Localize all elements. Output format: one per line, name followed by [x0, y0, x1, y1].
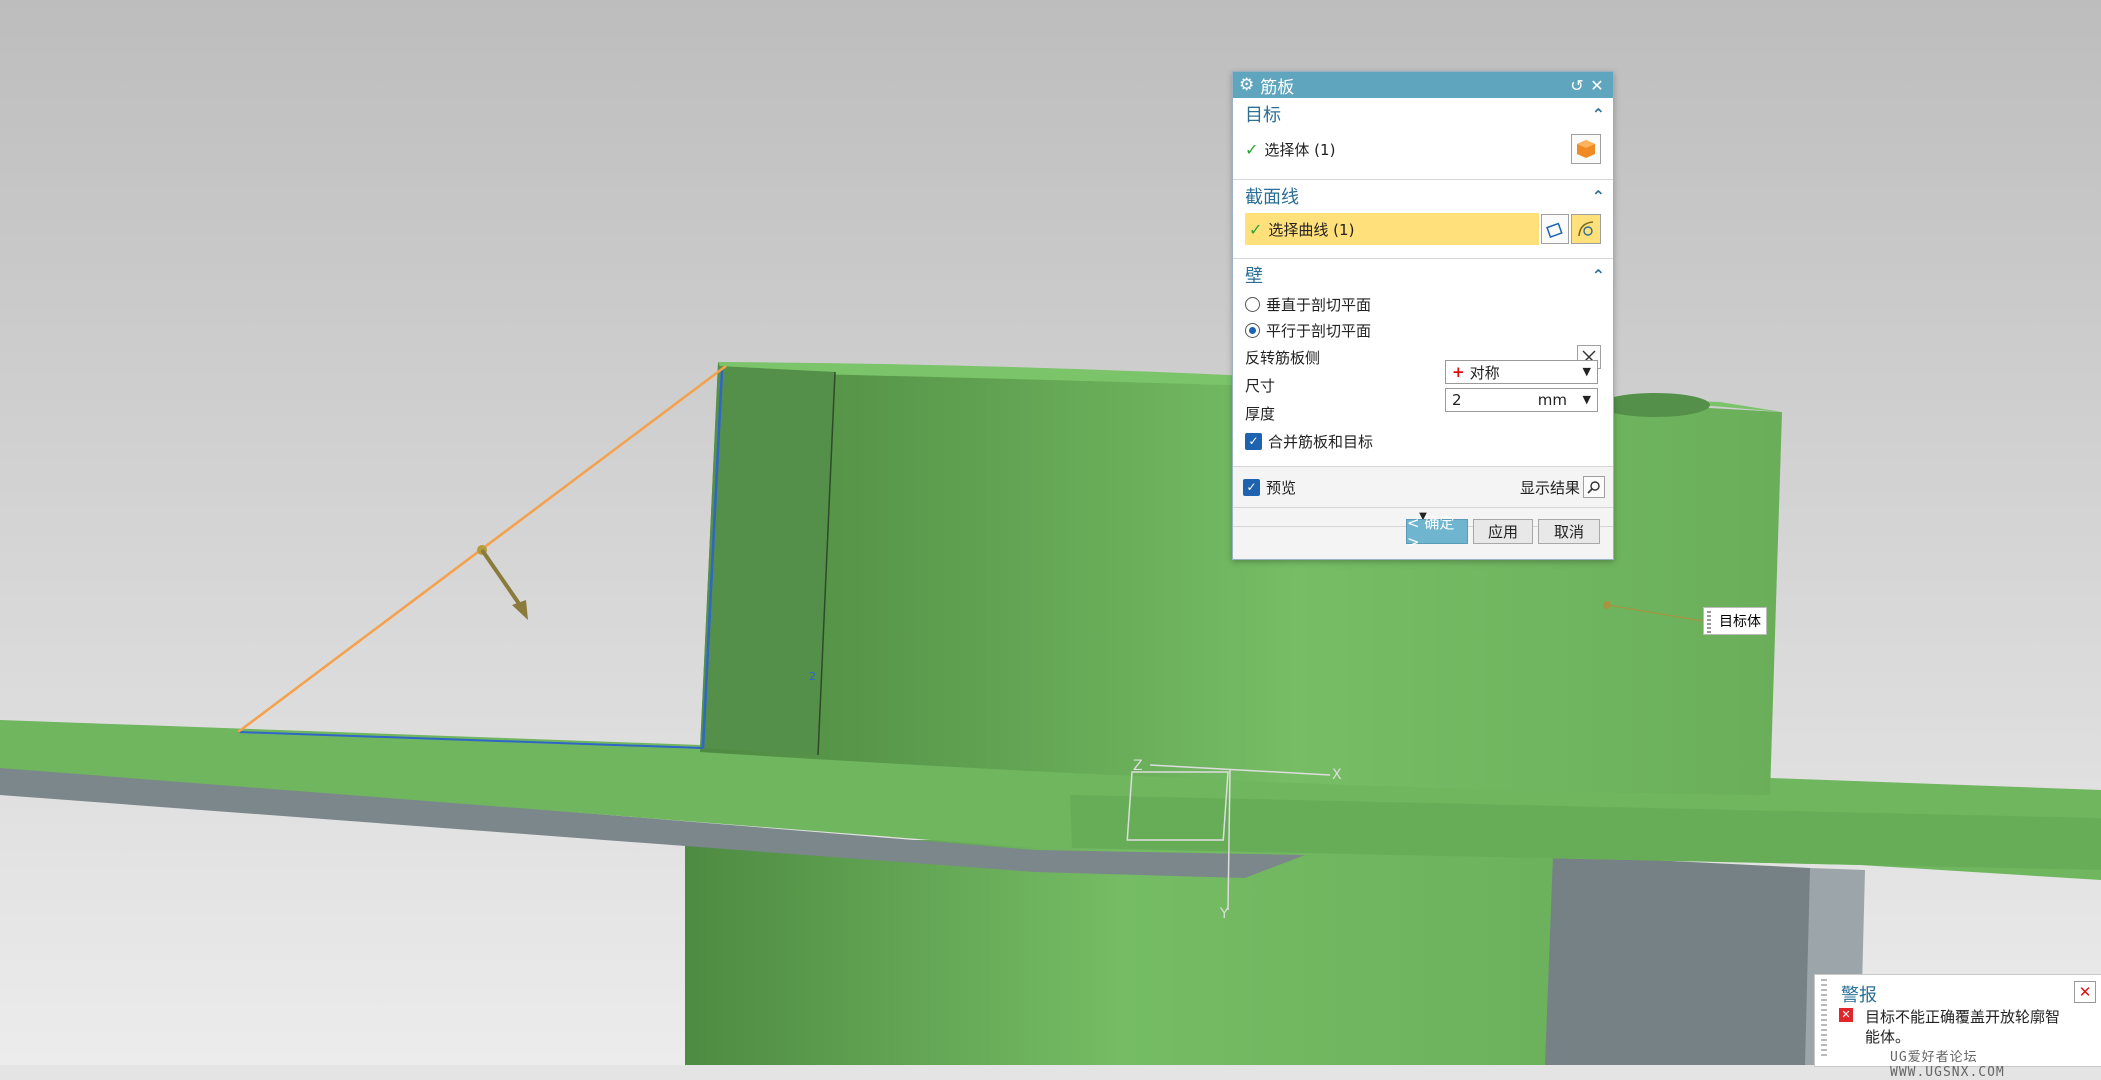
solid-body-icon[interactable] [1571, 134, 1601, 164]
collapse-icon[interactable]: ⌃ [1592, 187, 1605, 206]
target-section: 目标 ⌃ ✓ 选择体 (1) [1233, 98, 1613, 180]
perpendicular-option[interactable]: 垂直于剖切平面 [1233, 291, 1613, 317]
preview-row: ✓ 预览 显示结果 [1233, 467, 1613, 508]
ok-button[interactable]: < 确定 > [1406, 514, 1468, 551]
show-result-label: 显示结果 [1519, 478, 1580, 497]
target-body-tag-label: 目标体 [1719, 614, 1761, 630]
sketch-section-icon[interactable] [1541, 214, 1569, 244]
target-section-header[interactable]: 目标 ⌃ [1233, 98, 1613, 130]
collapse-icon[interactable]: ⌃ [1592, 105, 1605, 124]
check-icon: ✓ [1245, 139, 1259, 159]
panel-grip-icon[interactable] [1821, 979, 1827, 1059]
section-curve-title: 截面线 [1245, 187, 1299, 208]
perpendicular-radio[interactable] [1245, 296, 1260, 312]
merge-checkbox[interactable]: ✓ [1245, 432, 1262, 450]
collapse-icon[interactable]: ⌃ [1592, 266, 1605, 285]
chevron-down-icon[interactable]: ▼ [1583, 389, 1591, 411]
thickness-unit: mm [1537, 391, 1567, 409]
target-body-tag: 目标体 [1703, 607, 1767, 635]
wall-section: 壁 ⌃ 垂直于剖切平面 平行于剖切平面 反转筋板侧 尺寸 厚度 ✓ 合并筋板和目… [1233, 259, 1613, 467]
select-curve-row[interactable]: ✓ 选择曲线 (1) [1233, 212, 1613, 246]
magnifier-icon[interactable] [1583, 476, 1605, 498]
warning-title: 警报 [1841, 985, 1877, 1006]
select-body-label: 选择体 (1) [1264, 140, 1336, 159]
warning-close-icon[interactable]: ✕ [2074, 981, 2096, 1003]
section-dim-label: 2 [809, 670, 816, 683]
warning-message: 目标不能正确覆盖开放轮廓智能体。 [1865, 1008, 2061, 1046]
axis-y-label: Y [1219, 906, 1229, 922]
error-icon: ✕ [1839, 1008, 1853, 1022]
merge-label: 合并筋板和目标 [1268, 432, 1374, 451]
lower-gray-face [1545, 855, 1810, 1065]
reset-icon[interactable]: ↺ [1567, 76, 1587, 95]
reverse-rib-label: 反转筋板侧 [1245, 348, 1321, 367]
thickness-value[interactable]: 2 [1452, 391, 1538, 409]
dialog-titlebar[interactable]: ⚙ 筋板 ↺ ✕ [1233, 72, 1613, 98]
thickness-field[interactable]: 2 mm ▼ [1445, 388, 1598, 412]
close-icon[interactable]: ✕ [1587, 76, 1607, 95]
parallel-label: 平行于剖切平面 [1266, 321, 1372, 340]
thickness-label: 厚度 [1245, 404, 1276, 423]
section-curve-section: 截面线 ⌃ ✓ 选择曲线 (1) [1233, 180, 1613, 259]
cylinder-hole [1600, 393, 1710, 417]
symmetric-icon: + [1452, 363, 1465, 381]
parallel-option[interactable]: 平行于剖切平面 [1233, 317, 1613, 343]
size-label: 尺寸 [1245, 376, 1276, 395]
chevron-down-icon: ▼ [1582, 365, 1591, 378]
select-body-row[interactable]: ✓ 选择体 (1) [1233, 130, 1613, 168]
cancel-button[interactable]: 取消 [1538, 519, 1600, 544]
select-curve-label: 选择曲线 (1) [1268, 220, 1355, 239]
watermark: UG爱好者论坛 WWW.UGSNX.COM [1890, 1050, 2005, 1080]
dialog-title: 筋板 [1260, 77, 1295, 98]
size-value: 对称 [1469, 363, 1500, 382]
size-dropdown[interactable]: + 对称 ▼ [1445, 360, 1598, 384]
rib-dialog: ⚙ 筋板 ↺ ✕ 目标 ⌃ ✓ 选择体 (1) 截面线 ⌃ ✓ 选择曲线 (1)… [1232, 71, 1614, 560]
target-section-title: 目标 [1245, 105, 1281, 126]
preview-checkbox[interactable]: ✓ [1243, 478, 1260, 496]
graphics-viewport[interactable]: 2 Z X Y [0, 0, 2101, 1065]
preview-label: 预览 [1266, 478, 1297, 497]
gear-icon: ⚙ [1239, 75, 1255, 95]
wall-section-title: 壁 [1245, 266, 1263, 287]
axis-z-label: Z [1133, 758, 1143, 774]
tag-grip-icon[interactable] [1707, 611, 1711, 633]
wall-section-header[interactable]: 壁 ⌃ [1233, 259, 1613, 291]
section-curve-header[interactable]: 截面线 ⌃ [1233, 180, 1613, 212]
perpendicular-label: 垂直于剖切平面 [1266, 295, 1372, 314]
apply-button[interactable]: 应用 [1473, 519, 1533, 544]
merge-row[interactable]: ✓ 合并筋板和目标 [1233, 427, 1613, 455]
parallel-radio[interactable] [1245, 322, 1260, 338]
check-icon: ✓ [1249, 219, 1263, 239]
curve-icon[interactable] [1571, 214, 1601, 244]
axis-x-label: X [1332, 767, 1342, 783]
